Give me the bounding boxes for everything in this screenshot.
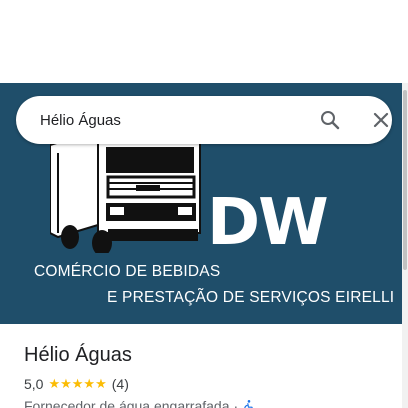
category-row: Fornecedor de água engarrafada · xyxy=(24,398,256,408)
rating-row[interactable]: 5,0 ★★★★★ (4) xyxy=(24,376,129,392)
logo-dw: DW xyxy=(207,186,329,260)
category-separator: · xyxy=(233,398,239,408)
rating-stars: ★★★★★ xyxy=(48,376,107,391)
rating-value: 5,0 xyxy=(24,376,44,392)
search-input[interactable] xyxy=(40,96,290,144)
truck-illustration xyxy=(50,133,201,253)
top-blank-area xyxy=(0,0,408,83)
review-count[interactable]: (4) xyxy=(112,376,129,392)
place-title: Hélio Águas xyxy=(24,344,132,366)
wheelchair-icon xyxy=(244,400,253,408)
search-box[interactable] xyxy=(16,96,392,144)
search-icon[interactable] xyxy=(318,108,342,132)
close-icon[interactable] xyxy=(369,108,393,132)
place-category[interactable]: Fornecedor de água engarrafada xyxy=(24,398,229,408)
scrollbar-thumb[interactable] xyxy=(403,90,407,270)
logo-subtitle-line1: COMÉRCIO DE BEBIDAS xyxy=(34,263,221,280)
logo-subtitle-line2: E PRESTAÇÃO DE SERVIÇOS EIRELLI xyxy=(107,289,395,306)
